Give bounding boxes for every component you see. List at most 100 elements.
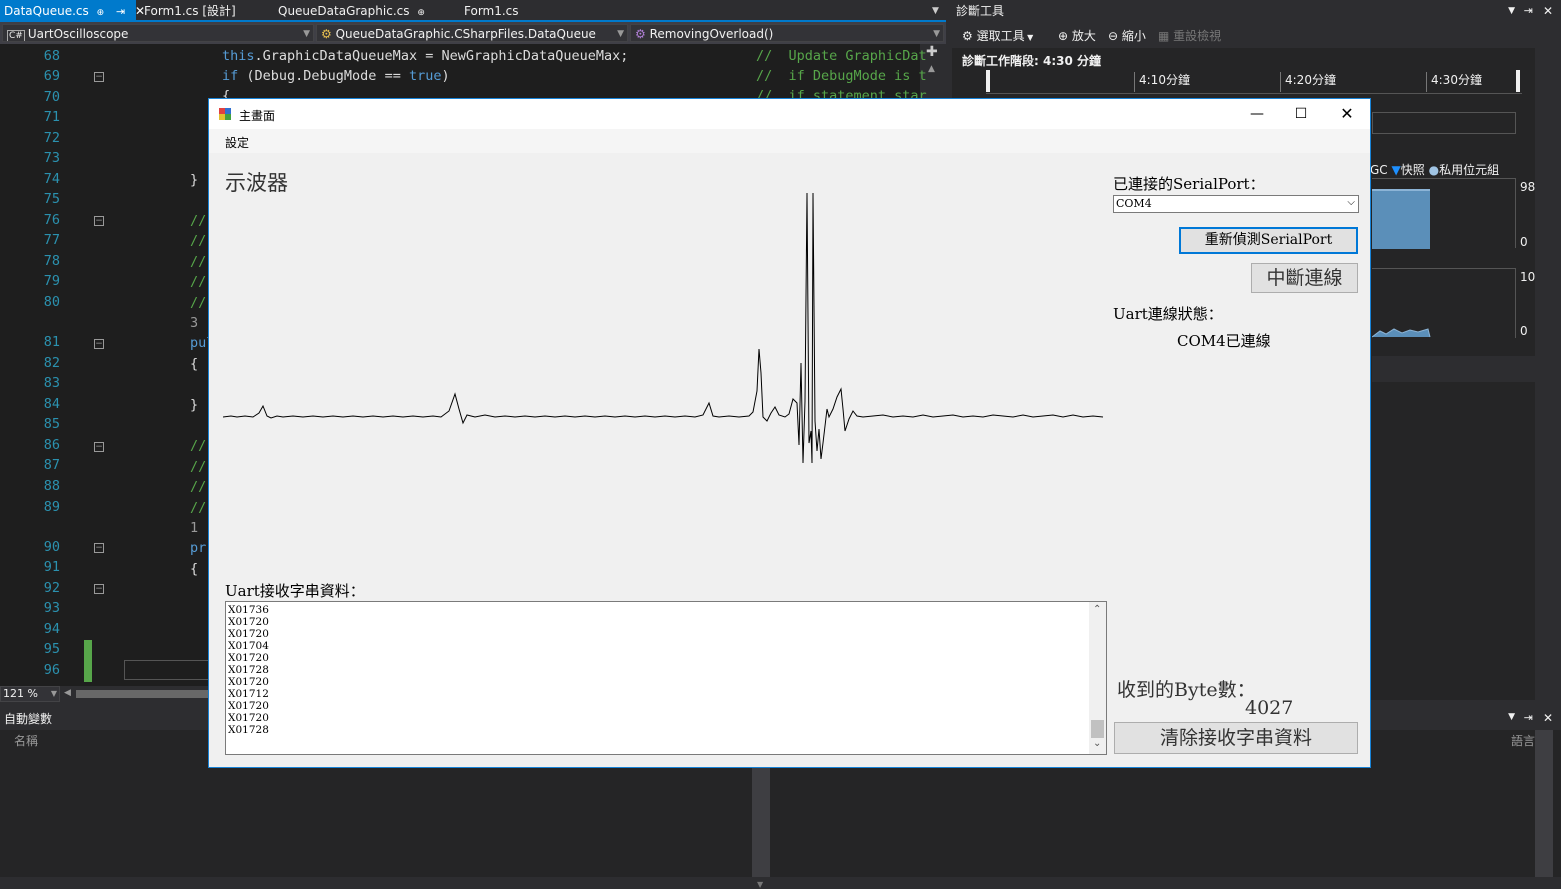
lock-icon: ⊕ — [96, 8, 105, 18]
fold-toggle-icon[interactable]: − — [94, 216, 104, 226]
zoom-dropdown[interactable]: 121 % ▼ — [0, 686, 60, 702]
disconnect-button[interactable]: 中斷連線 — [1251, 263, 1358, 293]
code-text: ) — [441, 68, 450, 84]
collapsed-region-box — [124, 660, 214, 680]
minimize-button[interactable]: — — [1237, 101, 1277, 127]
snapshot-icon: ▼ — [1391, 163, 1401, 177]
line-number: 72 — [43, 130, 60, 146]
line-number: 81 — [43, 334, 60, 350]
window-title-bar[interactable]: 主畫面 — ☐ ✕ — [209, 99, 1370, 129]
log-lines: X01736 X01720 X01720 X01704 X01720 X01728 X017… — [226, 602, 1106, 736]
code-line-69: if (Debug.DebugMode == true) — [222, 68, 450, 84]
timeline-end-handle[interactable] — [1516, 70, 1520, 92]
line-number: 88 — [43, 478, 60, 494]
timeline-start-handle[interactable] — [986, 70, 990, 92]
clear-log-button[interactable]: 清除接收字串資料 — [1114, 722, 1358, 754]
legend-gc: GC — [1370, 163, 1388, 177]
scroll-down-icon[interactable]: ▼ — [757, 880, 763, 889]
class-dropdown[interactable]: ⚙ QueueDataGraphic.CSharpFiles.DataQueue… — [316, 24, 628, 42]
serialport-combo[interactable]: COM4 ⌵ — [1113, 195, 1359, 213]
log-line: X01712 — [228, 688, 269, 700]
maximize-button[interactable]: ☐ — [1281, 101, 1321, 127]
menu-bar: 設定 — [209, 129, 1370, 153]
project-dropdown[interactable]: C# UartOscilloscope ▼ — [2, 24, 314, 42]
select-tool-button[interactable]: ⚙ 選取工具 ▼ — [962, 27, 1033, 44]
scroll-up-icon[interactable]: ▲ — [928, 64, 935, 74]
tab-overflow-chevron-icon[interactable]: ▼ — [928, 0, 944, 22]
log-scrollbar[interactable]: ⌃ ⌄ — [1089, 602, 1106, 754]
tab-label: Form1.cs — [464, 4, 519, 18]
fold-toggle-icon[interactable]: − — [94, 339, 104, 349]
pin-icon[interactable]: ⇥ — [1524, 711, 1533, 724]
tick-label: 4:10分鐘 — [1134, 72, 1190, 92]
panel-scrollbar[interactable] — [1535, 730, 1553, 877]
reset-view-button[interactable]: ▦ 重設檢視 — [1158, 27, 1221, 44]
code-line-90: pr — [190, 540, 207, 556]
line-number: 89 — [43, 499, 60, 515]
uart-log-textbox[interactable]: X01736 X01720 X01720 X01704 X01720 X01728 X017… — [225, 601, 1107, 755]
tab-form1-cs[interactable]: Form1.cs — [460, 0, 560, 22]
rescan-serialport-button[interactable]: 重新偵測SerialPort — [1179, 227, 1358, 254]
log-line: X01736 — [228, 604, 269, 616]
scroll-up-icon[interactable]: ⌃ — [1093, 604, 1101, 615]
fold-toggle-icon[interactable]: − — [94, 442, 104, 452]
dropdown-icon[interactable]: ▼ — [1508, 0, 1515, 22]
line-number: 74 — [43, 171, 60, 187]
menu-settings[interactable]: 設定 — [225, 134, 249, 151]
code-line-91: { — [190, 561, 199, 577]
pin-icon[interactable]: ⇥ — [1524, 0, 1533, 22]
log-line: X01720 — [228, 652, 269, 664]
serialport-label: 已連接的SerialPort： — [1113, 175, 1265, 193]
tab-form1-design[interactable]: Form1.cs [設計] — [140, 0, 270, 22]
tick-label: 4:30分鐘 — [1426, 72, 1482, 92]
line-number: 68 — [43, 48, 60, 64]
tab-dataqueue-cs[interactable]: DataQueue.cs ⊕ ⇥ ✕ — [0, 0, 145, 22]
close-icon[interactable]: ✕ — [1543, 711, 1553, 725]
memory-scale-bottom: 0 — [1520, 235, 1528, 249]
scroll-thumb[interactable] — [1091, 720, 1104, 738]
code-line-82: { — [190, 356, 199, 372]
tab-queuedatagraphic-cs[interactable]: QueueDataGraphic.cs ⊕ — [274, 0, 454, 22]
keyword-this: this — [222, 48, 255, 64]
line-number: 80 — [43, 294, 60, 310]
close-icon[interactable]: ✕ — [1543, 0, 1553, 22]
code-line-68: this.GraphicDataQueueMax = NewGraphicDat… — [222, 48, 628, 64]
memory-legend: GC ▼快照 ●私用位元組 — [1370, 161, 1499, 178]
fold-toggle-icon[interactable]: − — [94, 543, 104, 553]
pin-icon[interactable]: ⇥ — [116, 5, 125, 18]
code-line-74: } — [190, 172, 199, 188]
line-number: 73 — [43, 150, 60, 166]
fold-toggle-icon[interactable]: − — [94, 584, 104, 594]
tab-label: DataQueue.cs — [4, 4, 89, 18]
magnifier-minus-icon: ⊖ — [1108, 29, 1122, 43]
zoom-value: 121 % — [3, 687, 38, 700]
zoom-in-label: 放大 — [1071, 29, 1096, 43]
reset-view-label: 重設檢視 — [1173, 29, 1222, 43]
scroll-down-icon[interactable]: ⌄ — [1093, 738, 1101, 749]
timeline-ruler[interactable]: 4:10分鐘 4:20分鐘 4:30分鐘 — [986, 68, 1522, 94]
line-number: 83 — [43, 375, 60, 391]
member-dropdown[interactable]: ⚙ RemovingOverload() ▼ — [630, 24, 944, 42]
session-duration: 診斷工作階段: 4:30 分鐘 — [962, 54, 1102, 68]
close-button[interactable]: ✕ — [1327, 101, 1367, 127]
split-icon[interactable]: ✚ — [926, 44, 938, 60]
zoom-out-button[interactable]: ⊖ 縮小 — [1108, 27, 1146, 44]
code-line-87: // — [190, 459, 207, 475]
scroll-left-icon[interactable]: ◀ — [64, 688, 71, 698]
line-number: 95 — [43, 641, 60, 657]
events-track — [1372, 112, 1516, 134]
code-line-79: // — [190, 274, 207, 290]
line-number: 82 — [43, 355, 60, 371]
dropdown-icon[interactable]: ▼ — [1508, 712, 1515, 722]
fold-toggle-icon[interactable]: − — [94, 72, 104, 82]
log-line: X01720 — [228, 676, 269, 688]
log-line: X01728 — [228, 664, 269, 676]
diag-scrollbar[interactable] — [1535, 22, 1561, 712]
magnifier-plus-icon: ⊕ — [1058, 29, 1072, 43]
private-bytes-icon: ● — [1428, 163, 1440, 177]
diag-title: 診斷工具 — [956, 4, 1005, 18]
project-name: UartOscilloscope — [27, 27, 129, 41]
zoom-in-button[interactable]: ⊕ 放大 — [1058, 27, 1096, 44]
diag-title-bar: 診斷工具 ▼ ⇥ ✕ — [952, 0, 1561, 22]
code-comment-69: // if DebugMode is t — [756, 68, 927, 84]
